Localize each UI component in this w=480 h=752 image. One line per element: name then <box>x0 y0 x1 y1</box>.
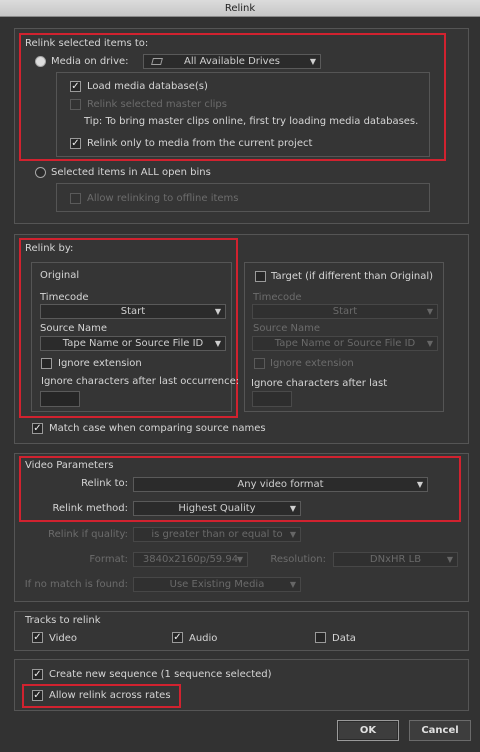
relink-current-label: Relink only to media from the current pr… <box>87 138 313 149</box>
nomatch-value: Use Existing Media <box>169 579 265 590</box>
chevron-down-icon: ▼ <box>214 339 221 348</box>
chevron-down-icon: ▼ <box>416 480 423 489</box>
target-ignore-ext-label: Ignore extension <box>270 358 354 369</box>
resolution-dropdown[interactable]: DNxHR LB ▼ <box>333 552 458 567</box>
original-ignore-chars-input[interactable] <box>40 391 80 407</box>
match-case-checkbox[interactable]: ✓ <box>32 423 43 434</box>
selected-bins-label: Selected items in ALL open bins <box>51 167 211 178</box>
chevron-down-icon: ▼ <box>426 339 433 348</box>
original-timecode-value: Start <box>120 306 146 317</box>
cancel-button[interactable]: Cancel <box>409 720 471 741</box>
allow-rates-checkbox[interactable]: ✓ <box>32 690 43 701</box>
relink-current-checkbox[interactable]: ✓ <box>70 138 81 149</box>
load-db-checkbox[interactable]: ✓ <box>70 81 81 92</box>
original-ignore-ext-label: Ignore extension <box>58 358 142 369</box>
relink-method-value: Highest Quality <box>178 503 256 514</box>
allow-offline-checkbox[interactable] <box>70 193 81 204</box>
chevron-down-icon: ▼ <box>446 555 453 564</box>
resolution-label: Resolution: <box>270 554 326 565</box>
relink-quality-value: is greater than or equal to <box>151 529 283 540</box>
target-source-label: Source Name <box>253 323 321 334</box>
relink-to-label: Relink to: <box>81 478 128 489</box>
original-timecode-label: Timecode <box>40 292 89 303</box>
target-ignore-ext-checkbox[interactable] <box>254 358 265 369</box>
chevron-down-icon: ▼ <box>289 580 296 589</box>
target-checkbox[interactable] <box>255 271 266 282</box>
ok-button[interactable]: OK <box>337 720 399 741</box>
original-timecode-dropdown[interactable]: Start ▼ <box>40 304 226 319</box>
drive-icon <box>151 58 163 65</box>
chevron-down-icon: ▼ <box>214 307 221 316</box>
target-timecode-label: Timecode <box>253 292 302 303</box>
media-on-drive-label: Media on drive: <box>51 56 129 67</box>
relink-method-label: Relink method: <box>52 503 128 514</box>
target-source-value: Tape Name or Source File ID <box>274 338 416 349</box>
relink-master-label: Relink selected master clips <box>87 99 227 110</box>
data-track-label: Data <box>332 633 356 644</box>
original-source-label: Source Name <box>40 323 108 334</box>
relink-to-dropdown[interactable]: Any video format ▼ <box>133 477 428 492</box>
format-label: Format: <box>89 554 128 565</box>
relink-selected-heading: Relink selected items to: <box>25 38 149 49</box>
relink-to-value: Any video format <box>237 479 324 490</box>
nomatch-label: If no match is found: <box>24 579 128 590</box>
create-seq-checkbox[interactable]: ✓ <box>32 669 43 680</box>
original-ignore-ext-checkbox[interactable] <box>41 358 52 369</box>
video-track-checkbox[interactable]: ✓ <box>32 632 43 643</box>
audio-track-label: Audio <box>189 633 218 644</box>
allow-offline-label: Allow relinking to offline items <box>87 193 239 204</box>
load-db-label: Load media database(s) <box>87 81 208 92</box>
target-timecode-dropdown[interactable]: Start ▼ <box>252 304 438 319</box>
drive-dropdown[interactable]: All Available Drives ▼ <box>143 54 321 69</box>
resolution-value: DNxHR LB <box>369 554 422 565</box>
video-track-label: Video <box>49 633 78 644</box>
audio-track-checkbox[interactable]: ✓ <box>172 632 183 643</box>
allow-rates-label: Allow relink across rates <box>49 690 171 701</box>
target-ignore-chars-label: Ignore characters after last <box>251 378 388 389</box>
chevron-down-icon: ▼ <box>426 307 433 316</box>
format-dropdown[interactable]: 3840x2160p/59.94 ▼ <box>133 552 248 567</box>
data-track-checkbox[interactable] <box>315 632 326 643</box>
video-params-heading: Video Parameters <box>25 460 114 471</box>
original-source-dropdown[interactable]: Tape Name or Source File ID ▼ <box>40 336 226 351</box>
window-title: Relink <box>0 0 480 17</box>
target-source-dropdown[interactable]: Tape Name or Source File ID ▼ <box>252 336 438 351</box>
relink-by-heading: Relink by: <box>25 243 74 254</box>
media-on-drive-radio[interactable] <box>35 56 46 67</box>
original-ignore-chars-label: Ignore characters after last occurrence: <box>41 376 240 387</box>
tracks-heading: Tracks to relink <box>25 615 101 626</box>
original-title: Original <box>40 270 80 281</box>
relink-master-checkbox[interactable] <box>70 99 81 110</box>
original-source-value: Tape Name or Source File ID <box>62 338 204 349</box>
drive-dropdown-value: All Available Drives <box>184 56 280 67</box>
nomatch-dropdown[interactable]: Use Existing Media ▼ <box>133 577 301 592</box>
selected-bins-radio[interactable] <box>35 167 46 178</box>
chevron-down-icon: ▼ <box>309 57 316 66</box>
chevron-down-icon: ▼ <box>289 530 296 539</box>
chevron-down-icon: ▼ <box>236 555 243 564</box>
relink-quality-label: Relink if quality: <box>48 529 128 540</box>
relink-quality-dropdown[interactable]: is greater than or equal to ▼ <box>133 527 301 542</box>
relink-method-dropdown[interactable]: Highest Quality ▼ <box>133 501 301 516</box>
chevron-down-icon: ▼ <box>289 504 296 513</box>
create-seq-label: Create new sequence (1 sequence selected… <box>49 669 272 680</box>
target-timecode-value: Start <box>332 306 358 317</box>
tip-text: Tip: To bring master clips online, first… <box>84 116 419 127</box>
target-title: Target (if different than Original) <box>271 271 434 282</box>
match-case-label: Match case when comparing source names <box>49 423 266 434</box>
format-value: 3840x2160p/59.94 <box>142 554 239 565</box>
target-ignore-chars-input[interactable] <box>252 391 292 407</box>
